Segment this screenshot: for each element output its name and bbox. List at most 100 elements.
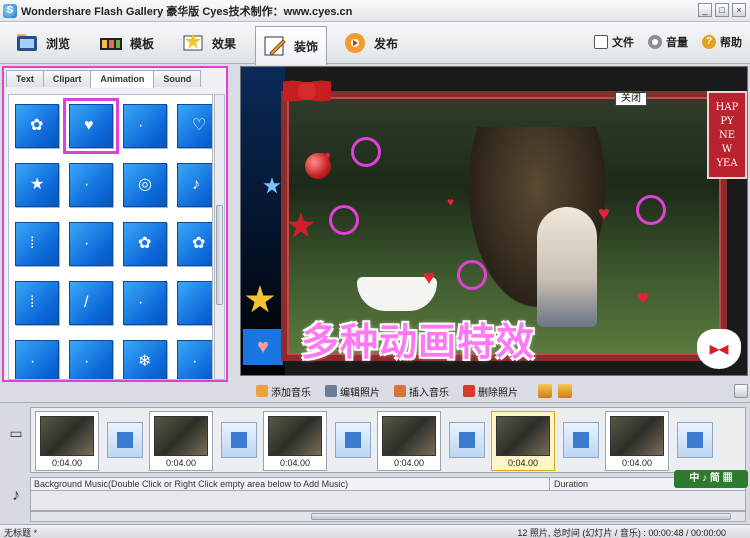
- animation-thumbnail[interactable]: ·: [69, 222, 113, 266]
- animation-thumbnail-glyph: ✿: [138, 235, 152, 252]
- add-music-button[interactable]: 添加音乐: [256, 384, 311, 399]
- animation-thumbnail[interactable]: ✿: [177, 222, 212, 266]
- help-button[interactable]: ? 帮助: [702, 34, 742, 50]
- timeline-slide[interactable]: 0:04.00: [35, 411, 99, 471]
- rotate-left-icon[interactable]: [538, 384, 552, 398]
- edit-photo-button[interactable]: 编辑照片: [325, 384, 380, 399]
- tab-text[interactable]: Text: [6, 70, 44, 87]
- tool-decorate[interactable]: 装饰: [255, 26, 328, 65]
- tab-sound[interactable]: Sound: [153, 70, 202, 87]
- animation-thumbnail[interactable]: ·: [177, 340, 212, 379]
- insert-music-button[interactable]: 插入音乐: [394, 384, 449, 399]
- decorate-icon: [264, 36, 286, 56]
- transition-icon: [345, 432, 361, 448]
- transition-effect[interactable]: [335, 422, 371, 458]
- music-track-header: Background Music(Double Click or Right C…: [30, 477, 746, 491]
- tool-browse[interactable]: 浏览: [8, 26, 78, 60]
- slide-duration: 0:04.00: [51, 458, 83, 468]
- scrollbar-thumb[interactable]: [216, 205, 223, 305]
- animation-thumbnail[interactable]: ❄: [123, 340, 167, 379]
- animation-thumbnail[interactable]: ♪: [177, 163, 212, 207]
- animation-effects-caption: 多种动画特效: [301, 320, 536, 364]
- tab-animation[interactable]: Animation: [90, 70, 155, 88]
- animation-thumbnail[interactable]: ✿: [15, 104, 59, 148]
- timeline-scrollbar-thumb[interactable]: [311, 513, 731, 520]
- help-icon: ?: [702, 35, 716, 49]
- timeline-panel: ▭ ♪ 0:04.00 0:04.00 0:04.00 0:04.00 0:04.00 0…: [0, 402, 750, 524]
- animation-thumbnail[interactable]: ♡: [177, 104, 212, 148]
- status-bar: 无标题 * 12 照片, 总时间 (幻灯片 / 音乐) : 00:00:48 /…: [0, 524, 750, 538]
- animation-thumbnail[interactable]: ·: [123, 104, 167, 148]
- window-title: Wondershare Flash Gallery 豪华版 Cyes技术制作：w…: [21, 5, 353, 18]
- insert-music-icon: [394, 385, 406, 397]
- tool-publish[interactable]: 发布: [336, 26, 406, 60]
- tool-template[interactable]: 模板: [92, 26, 162, 60]
- animation-thumbnail[interactable]: /: [69, 281, 113, 325]
- file-menu-button[interactable]: 文件: [594, 34, 634, 50]
- timeline-slide[interactable]: 0:04.00: [377, 411, 441, 471]
- rotate-right-icon[interactable]: [558, 384, 572, 398]
- fullscreen-icon[interactable]: [734, 384, 748, 398]
- transition-effect[interactable]: [449, 422, 485, 458]
- tool-effects-label: 效果: [212, 36, 237, 51]
- heart-thumbnail: ♥: [243, 329, 283, 365]
- floating-heart: ♥: [423, 267, 435, 289]
- star-ornament-icon: [263, 177, 281, 194]
- slide-photo: [268, 416, 322, 456]
- animation-thumbnail[interactable]: ✿: [123, 222, 167, 266]
- volume-button[interactable]: 音量: [648, 34, 688, 50]
- browse-icon: [17, 34, 37, 51]
- tab-clipart[interactable]: Clipart: [42, 70, 92, 87]
- gold-star-ornament-icon: [245, 285, 275, 313]
- background-music-hint: Background Music(Double Click or Right C…: [34, 479, 349, 489]
- happy-text-line: YEA: [716, 158, 738, 169]
- preview-play-button[interactable]: ▶◀: [697, 329, 741, 369]
- animation-thumbnail[interactable]: ⁞: [15, 281, 59, 325]
- slide-strip: 0:04.00 0:04.00 0:04.00 0:04.00 0:04.00 0:04.…: [30, 407, 746, 473]
- transition-effect[interactable]: [677, 422, 713, 458]
- file-menu-label: 文件: [612, 37, 634, 49]
- tool-template-label: 模板: [130, 36, 155, 51]
- animation-thumbnail-glyph: ·: [192, 353, 198, 370]
- window-controls: _ □ ×: [698, 3, 746, 17]
- restore-button[interactable]: □: [715, 3, 729, 17]
- transition-effect[interactable]: [107, 422, 143, 458]
- animation-thumbnail[interactable]: ⁞: [15, 222, 59, 266]
- thumbnail-scrollbar[interactable]: [214, 94, 225, 380]
- slide-photo: [154, 416, 208, 456]
- slide-photo: [40, 416, 94, 456]
- music-drop-area[interactable]: [30, 491, 746, 511]
- animation-thumbnail-glyph: ♡: [192, 117, 207, 134]
- tool-effects[interactable]: 效果: [174, 26, 244, 60]
- animation-thumbnail[interactable]: [177, 281, 212, 325]
- animation-thumbnail-glyph: ✿: [192, 235, 206, 252]
- transition-effect[interactable]: [221, 422, 257, 458]
- highlight-circle: [351, 137, 381, 167]
- animation-thumbnail[interactable]: ·: [123, 281, 167, 325]
- timeline-scrollbar[interactable]: [30, 511, 746, 522]
- red-bow-ornament-icon: [283, 73, 331, 109]
- animation-thumbnail[interactable]: ★: [15, 163, 59, 207]
- edit-photo-label: 编辑照片: [340, 387, 380, 399]
- animation-thumbnail-glyph: ❄: [138, 353, 152, 370]
- tool-browse-label: 浏览: [46, 36, 71, 51]
- timeline-slide[interactable]: 0:04.00: [605, 411, 669, 471]
- animation-thumbnail[interactable]: ·: [69, 340, 113, 379]
- publish-icon: [345, 33, 365, 53]
- animation-thumbnail[interactable]: ◎: [123, 163, 167, 207]
- slide-duration: 0:04.00: [507, 458, 539, 468]
- close-button[interactable]: ×: [732, 3, 746, 17]
- music-track-icon: ♪: [12, 487, 20, 504]
- animation-thumbnail[interactable]: ·: [69, 163, 113, 207]
- transition-effect[interactable]: [563, 422, 599, 458]
- animation-thumbnail[interactable]: ·: [15, 340, 59, 379]
- delete-photo-icon: [463, 385, 475, 397]
- delete-photo-button[interactable]: 删除照片: [463, 384, 518, 399]
- minimize-button[interactable]: _: [698, 3, 712, 17]
- timeline-slide[interactable]: 0:04.00: [491, 411, 555, 471]
- timeline-slide[interactable]: 0:04.00: [149, 411, 213, 471]
- timeline-slide[interactable]: 0:04.00: [263, 411, 327, 471]
- slide-duration: 0:04.00: [393, 458, 425, 468]
- preview-close-label[interactable]: 关闭: [615, 92, 647, 106]
- animation-thumbnail[interactable]: ♥: [63, 98, 119, 154]
